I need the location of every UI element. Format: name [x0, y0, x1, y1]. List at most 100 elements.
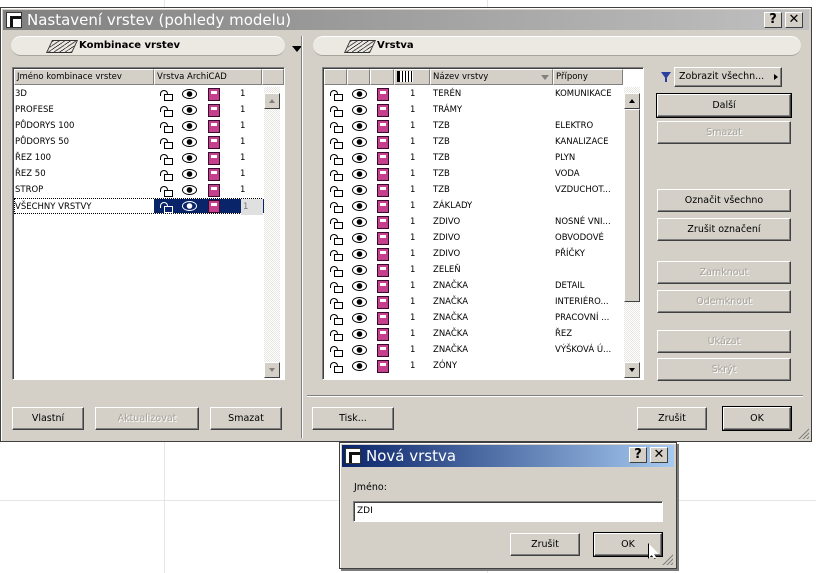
layer-edit-icon[interactable]	[377, 344, 389, 357]
lock-open-icon[interactable]	[330, 122, 343, 133]
combinations-scrollbar[interactable]	[264, 87, 280, 378]
layer-row[interactable]: 1 ZNAČKA PRACOVNÍ ...	[324, 310, 622, 326]
eye-icon[interactable]	[352, 265, 367, 275]
lock-open-icon[interactable]	[330, 362, 343, 373]
layer-name-input[interactable]: ZDI	[353, 501, 663, 522]
eye-icon[interactable]	[352, 217, 367, 227]
col-header-suffix[interactable]: Přípony	[553, 69, 623, 85]
lock-open-icon[interactable]	[160, 202, 173, 213]
lock-open-icon[interactable]	[160, 170, 173, 181]
hide-button[interactable]: Skrýt	[657, 358, 791, 381]
eye-icon[interactable]	[352, 233, 367, 243]
layer-edit-icon[interactable]	[377, 104, 389, 117]
lock-open-icon[interactable]	[330, 298, 343, 309]
eye-icon[interactable]	[182, 137, 197, 147]
layer-row[interactable]: 1 TZB PLYN	[324, 150, 622, 166]
layer-edit-icon[interactable]	[377, 296, 389, 309]
delete-combination-button[interactable]: Smazat	[210, 407, 282, 430]
lock-button[interactable]: Zamknout	[657, 261, 791, 284]
layer-edit-icon[interactable]	[208, 136, 220, 149]
layer-edit-icon[interactable]	[377, 152, 389, 165]
ok-button[interactable]: OK	[722, 406, 792, 431]
layer-row[interactable]: 1 ZNAČKA ŘEZ	[324, 326, 622, 342]
lock-open-icon[interactable]	[330, 154, 343, 165]
layer-row[interactable]: 1 TRÁMY	[324, 102, 622, 118]
layer-edit-icon[interactable]	[377, 312, 389, 325]
eye-icon[interactable]	[352, 249, 367, 259]
close-button[interactable]: ✕	[785, 12, 803, 28]
layer-edit-icon[interactable]	[377, 360, 389, 373]
layer-edit-icon[interactable]	[208, 88, 220, 101]
layers-list[interactable]: Název vrstvy Přípony 1 TERÉN KOMUNIKACE 1 TR…	[322, 67, 644, 380]
unlock-button[interactable]: Odemknout	[657, 290, 791, 313]
layer-row[interactable]: 1 ZNAČKA DETAIL	[324, 278, 622, 294]
lock-open-icon[interactable]	[160, 138, 173, 149]
eye-icon[interactable]	[182, 153, 197, 163]
eye-icon[interactable]	[352, 329, 367, 339]
deselect-button[interactable]: Zrušit označení	[657, 218, 791, 241]
scroll-thumb[interactable]	[624, 109, 640, 302]
eye-icon[interactable]	[352, 297, 367, 307]
lock-open-icon[interactable]	[160, 122, 173, 133]
col-header-archicad-layer[interactable]: Vrstva ArchiCAD	[154, 69, 262, 85]
combination-row[interactable]: 3D 1	[14, 86, 264, 102]
layer-row[interactable]: 1 TERÉN KOMUNIKACE	[324, 86, 622, 102]
combinations-list[interactable]: Jméno kombinace vrstev Vrstva ArchiCAD 3…	[12, 67, 285, 380]
delete-layer-button[interactable]: Smazat	[657, 121, 791, 144]
lock-open-icon[interactable]	[160, 186, 173, 197]
new-layer-cancel-button[interactable]: Zrušit	[510, 533, 580, 556]
col-header-layer-name[interactable]: Název vrstvy	[430, 69, 553, 85]
dialog-titlebar[interactable]: Nastavení vrstev (pohledy modelu) ? ✕	[3, 10, 809, 30]
eye-icon[interactable]	[352, 313, 367, 323]
next-button[interactable]: Další	[656, 93, 792, 118]
close-button[interactable]: ✕	[650, 447, 668, 463]
eye-icon[interactable]	[182, 105, 197, 115]
lock-open-icon[interactable]	[330, 202, 343, 213]
col-header-visibility[interactable]	[347, 69, 370, 85]
layer-row[interactable]: 1 TZB VODA	[324, 166, 622, 182]
lock-open-icon[interactable]	[330, 234, 343, 245]
layer-row[interactable]: 1 ZÓNY	[324, 358, 622, 374]
layer-edit-icon[interactable]	[377, 136, 389, 149]
help-button[interactable]: ?	[629, 447, 647, 463]
eye-icon[interactable]	[182, 89, 197, 99]
eye-icon[interactable]	[352, 169, 367, 179]
update-button[interactable]: Aktualizovat	[95, 407, 199, 430]
layer-edit-icon[interactable]	[208, 104, 220, 117]
lock-open-icon[interactable]	[330, 138, 343, 149]
col-header-edit[interactable]	[370, 69, 394, 85]
show-button[interactable]: Ukázat	[657, 330, 791, 353]
eye-icon[interactable]	[352, 137, 367, 147]
lock-open-icon[interactable]	[160, 154, 173, 165]
combination-row[interactable]: ŘEZ 100 1	[14, 150, 264, 166]
eye-icon[interactable]	[352, 361, 367, 371]
custom-button[interactable]: Vlastní	[12, 407, 84, 430]
layer-edit-icon[interactable]	[208, 184, 220, 197]
layer-row[interactable]: 1 TZB VZDUCHOT...	[324, 182, 622, 198]
lock-open-icon[interactable]	[330, 346, 343, 357]
scroll-down-button[interactable]	[624, 362, 640, 378]
layer-edit-icon[interactable]	[208, 200, 220, 213]
layer-row[interactable]: 1 ZNAČKA VÝŠKOVÁ Ú...	[324, 342, 622, 358]
lock-open-icon[interactable]	[330, 170, 343, 181]
lock-open-icon[interactable]	[160, 106, 173, 117]
lock-open-icon[interactable]	[330, 218, 343, 229]
layer-edit-icon[interactable]	[377, 120, 389, 133]
eye-icon[interactable]	[352, 105, 367, 115]
combination-row[interactable]: PROFESE 1	[14, 102, 264, 118]
scroll-down-button[interactable]	[264, 362, 280, 378]
select-all-button[interactable]: Označit všechno	[657, 189, 791, 212]
col-header-flag[interactable]	[394, 69, 430, 85]
show-all-dropdown[interactable]: Zobrazit všechn...	[674, 67, 782, 87]
layer-edit-icon[interactable]	[377, 168, 389, 181]
layer-row[interactable]: 1 ZDIVO OBVODOVÉ	[324, 230, 622, 246]
layer-row[interactable]: 1 ZNAČKA INTERIÉRO...	[324, 294, 622, 310]
help-button[interactable]: ?	[764, 12, 782, 28]
resize-grip[interactable]	[797, 427, 809, 439]
eye-icon[interactable]	[182, 185, 197, 195]
layer-row[interactable]: 1 ZELEŇ	[324, 262, 622, 278]
lock-open-icon[interactable]	[330, 186, 343, 197]
layer-edit-icon[interactable]	[377, 88, 389, 101]
eye-icon[interactable]	[352, 89, 367, 99]
layer-edit-icon[interactable]	[208, 120, 220, 133]
